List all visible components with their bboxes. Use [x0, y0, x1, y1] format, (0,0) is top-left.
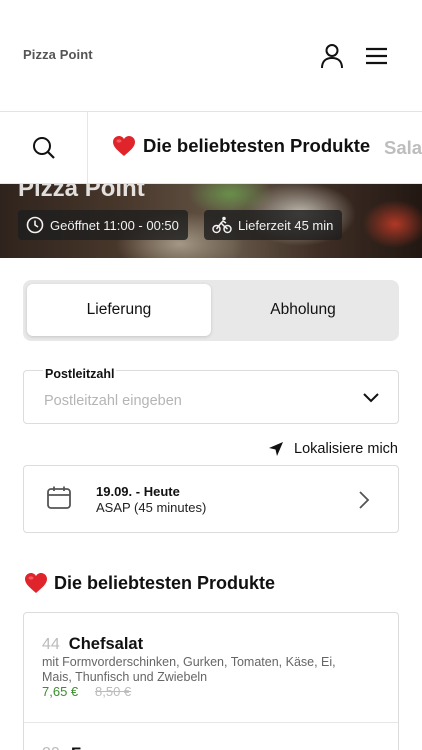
delivery-time-badge: Lieferzeit 45 min: [204, 210, 343, 240]
hero-banner: Pizza Point Geöffnet 11:00 - 00:50 Liefe…: [0, 184, 422, 258]
locate-me-label: Lokalisiere mich: [294, 441, 398, 457]
hamburger-menu-icon: [366, 47, 387, 65]
menu-button[interactable]: [364, 42, 390, 70]
product-price: 7,65 €: [42, 684, 79, 699]
location-arrow-icon: [269, 442, 284, 456]
category-tab-popular[interactable]: Die beliebtesten Produkte: [112, 135, 370, 157]
product-old-price: 8,50 €: [95, 684, 132, 699]
account-button[interactable]: [318, 42, 346, 70]
brand-name[interactable]: Pizza Point: [23, 47, 93, 62]
heart-emoji-icon: [113, 136, 135, 156]
product-name[interactable]: F: [71, 745, 81, 750]
clock-icon: [26, 216, 44, 234]
postal-code-field[interactable]: Postleitzahl: [23, 367, 399, 424]
category-bar: Die beliebtesten Produkte Salat: [0, 112, 422, 184]
delivery-time: ASAP (45 minutes): [96, 500, 207, 515]
divider: [24, 722, 398, 723]
product-name: Chefsalat: [68, 635, 144, 653]
chevron-down-icon[interactable]: [362, 391, 380, 403]
section-heading-popular: Die beliebtesten Produkte: [24, 572, 275, 594]
product-item[interactable]: 44 Chefsalat: [42, 635, 143, 654]
category-tab-salat[interactable]: Salat: [384, 137, 422, 159]
search-icon: [32, 137, 55, 159]
section-title: Die beliebtesten Produkte: [54, 572, 276, 593]
chevron-right-icon: [359, 491, 370, 509]
delivery-time-selector[interactable]: 19.09. - Heute ASAP (45 minutes): [23, 465, 399, 533]
opening-hours-text: Geöffnet 11:00 - 00:50: [50, 217, 179, 233]
product-description: mit Formvorderschinken, Gurken, Tomaten,…: [42, 655, 336, 684]
category-tab-popular-label: Die beliebtesten Produkte: [143, 135, 371, 156]
hero-title: Pizza Point: [18, 184, 145, 202]
app-header: Pizza Point: [0, 0, 422, 112]
delivery-date: 19.09. - Heute: [96, 484, 180, 499]
product-number: 44: [42, 636, 60, 653]
postal-code-input[interactable]: [44, 391, 344, 411]
user-icon: [321, 44, 343, 69]
heart-emoji-icon: [25, 573, 47, 593]
order-mode-toggle: Lieferung Abholung: [23, 280, 399, 341]
product-number: 20: [42, 745, 60, 750]
delivery-option[interactable]: Lieferung: [27, 284, 211, 336]
calendar-icon: [47, 486, 71, 509]
opening-hours-badge: Geöffnet 11:00 - 00:50: [18, 210, 188, 240]
postal-code-label: Postleitzahl: [43, 367, 117, 381]
search-button[interactable]: [0, 112, 88, 183]
locate-me-button[interactable]: Lokalisiere mich: [268, 441, 398, 457]
pickup-option[interactable]: Abholung: [211, 284, 395, 336]
bike-icon: [212, 216, 232, 234]
delivery-time-text: Lieferzeit 45 min: [238, 217, 334, 233]
product-list: 44 Chefsalat mit Formvorderschinken, Gur…: [23, 612, 399, 750]
